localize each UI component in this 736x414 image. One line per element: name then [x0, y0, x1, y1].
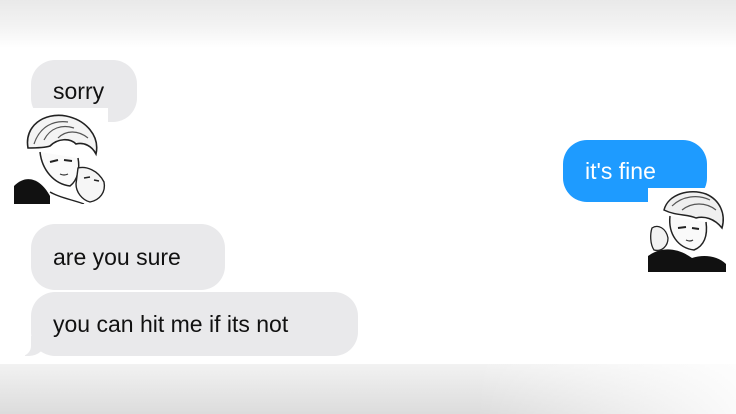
manga-sticker-drawing	[14, 108, 108, 204]
bottom-fade	[0, 364, 736, 414]
message-bubble-incoming[interactable]: you can hit me if its not	[15, 292, 358, 356]
manga-sticker-image[interactable]	[14, 108, 108, 204]
message-text: it's fine	[585, 157, 656, 184]
manga-sticker-drawing	[648, 188, 726, 272]
message-text: are you sure	[53, 243, 181, 270]
message-text: sorry	[53, 77, 105, 104]
message-bubble-incoming[interactable]: are you sure	[31, 224, 225, 290]
top-fade	[0, 0, 736, 48]
message-text: you can hit me if its not	[53, 310, 289, 337]
bubble-tail	[15, 336, 45, 356]
manga-sticker-image[interactable]	[648, 188, 726, 272]
